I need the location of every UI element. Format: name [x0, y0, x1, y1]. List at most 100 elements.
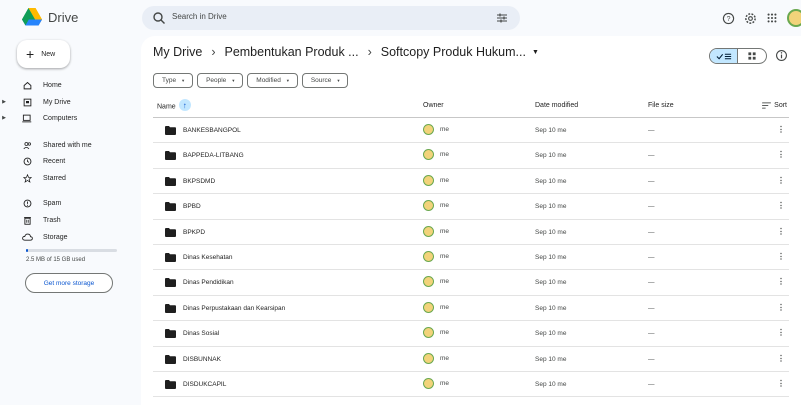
get-more-storage-button[interactable]: Get more storage — [25, 273, 113, 293]
breadcrumb-item-my-drive[interactable]: My Drive — [153, 45, 202, 59]
table-row[interactable]: DISBUNNAK me Sep 10 me — ⋮ — [153, 347, 789, 372]
table-row[interactable]: Dinas Kesehatan me Sep 10 me — ⋮ — [153, 245, 789, 271]
sidebar-item-spam[interactable]: Spam — [0, 196, 61, 210]
dropdown-arrow-icon: ▼ — [285, 78, 290, 83]
file-name[interactable]: DISDUKCAPIL — [183, 381, 226, 388]
owner-name: me — [440, 151, 450, 159]
column-file-size[interactable]: File size — [648, 102, 674, 109]
more-actions-icon[interactable]: ⋮ — [777, 379, 785, 388]
more-actions-icon[interactable]: ⋮ — [777, 354, 785, 363]
grid-view-button[interactable] — [738, 49, 766, 63]
breadcrumb-item-current[interactable]: Softcopy Produk Hukum... — [381, 45, 526, 59]
file-name[interactable]: Dinas Perpustakaan dan Kearsipan — [183, 305, 285, 312]
owner-cell: me — [423, 377, 449, 389]
folder-icon — [165, 126, 176, 135]
table-row[interactable]: BPBD me Sep 10 me — ⋮ — [153, 194, 789, 220]
search-bar[interactable]: Search in Drive — [142, 6, 520, 30]
sidebar-item-trash[interactable]: Trash — [0, 213, 61, 227]
search-options-icon[interactable] — [496, 12, 508, 24]
table-row[interactable]: BPKPD me Sep 10 me — ⋮ — [153, 220, 789, 245]
sidebar-item-starred[interactable]: Starred — [0, 171, 66, 185]
table-row[interactable]: BKPSDMD me Sep 10 me — ⋮ — [153, 169, 789, 195]
help-icon[interactable]: ? — [721, 11, 735, 25]
more-actions-icon[interactable]: ⋮ — [777, 328, 785, 337]
column-owner[interactable]: Owner — [423, 102, 444, 109]
more-actions-icon[interactable]: ⋮ — [777, 277, 785, 286]
owner-avatar — [423, 250, 434, 262]
caret-right-icon[interactable]: ▶ — [0, 99, 8, 105]
file-name[interactable]: BPBD — [183, 203, 201, 210]
info-icon[interactable] — [775, 49, 788, 62]
column-date-modified[interactable]: Date modified — [535, 102, 578, 109]
file-name[interactable]: DISBUNNAK — [183, 356, 221, 363]
sidebar-item-computers[interactable]: ▶ Computers — [0, 111, 77, 125]
top-actions: ? — [721, 9, 801, 27]
sort-arrow-up-icon[interactable]: ↑ — [178, 99, 191, 111]
drive-logo[interactable]: Drive — [22, 8, 78, 26]
filter-chip-label: Source — [310, 77, 332, 84]
list-view-button[interactable] — [710, 49, 739, 63]
file-size: — — [648, 127, 655, 134]
file-name[interactable]: BPKPD — [183, 229, 205, 236]
sidebar-item-recent[interactable]: Recent — [0, 154, 65, 168]
caret-right-icon[interactable]: ▶ — [0, 115, 8, 121]
date-modified: Sep 10 me — [535, 152, 567, 160]
owner-avatar — [423, 352, 434, 364]
more-actions-icon[interactable]: ⋮ — [777, 150, 785, 159]
file-name[interactable]: Dinas Sosial — [183, 330, 219, 337]
new-button[interactable]: + New — [17, 40, 70, 68]
file-name[interactable]: BKPSDMD — [183, 178, 215, 185]
date-modified: Sep 10 me — [535, 330, 567, 338]
sidebar-item-my-drive[interactable]: ▶ My Drive — [0, 95, 71, 109]
filter-chip-label: Type — [162, 77, 177, 84]
search-icon[interactable] — [152, 11, 166, 25]
table-row[interactable]: BAPPEDA-LITBANG me Sep 10 me — ⋮ — [153, 143, 789, 169]
filter-chip-source[interactable]: Source ▼ — [301, 73, 349, 88]
apps-grid-icon[interactable] — [765, 11, 779, 25]
filter-chip-people[interactable]: People ▼ — [197, 73, 244, 88]
owner-name: me — [440, 303, 450, 311]
sort-button[interactable]: Sort — [762, 102, 787, 109]
date-modified: Sep 10 me — [535, 279, 567, 287]
account-avatar[interactable] — [787, 9, 801, 27]
table-row[interactable]: Dinas Pendidikan me Sep 10 me — ⋮ — [153, 270, 789, 296]
more-actions-icon[interactable]: ⋮ — [777, 125, 785, 134]
file-name[interactable]: BAPPEDA-LITBANG — [183, 152, 244, 159]
settings-gear-icon[interactable] — [743, 11, 757, 25]
breadcrumb-item-parent[interactable]: Pembentukan Produk ... — [224, 45, 358, 59]
more-actions-icon[interactable]: ⋮ — [777, 201, 785, 210]
sidebar-item-label: Trash — [43, 216, 61, 224]
breadcrumb: My Drive › Pembentukan Produk ... › Soft… — [153, 45, 539, 59]
more-actions-icon[interactable]: ⋮ — [777, 227, 785, 236]
table-row[interactable]: Dinas Sosial me Sep 10 me — ⋮ — [153, 321, 789, 347]
sort-label: Sort — [774, 102, 787, 109]
main-panel: My Drive › Pembentukan Produk ... › Soft… — [141, 36, 801, 405]
sidebar-item-storage[interactable]: Storage — [0, 230, 68, 244]
more-actions-icon[interactable]: ⋮ — [777, 176, 785, 185]
filter-chip-modified[interactable]: Modified ▼ — [247, 73, 298, 88]
file-name[interactable]: Dinas Kesehatan — [183, 254, 233, 261]
filter-chip-label: People — [206, 77, 227, 84]
more-actions-icon[interactable]: ⋮ — [777, 303, 785, 312]
table-row[interactable]: DISDUKCAPIL me Sep 10 me — ⋮ — [153, 372, 789, 398]
folder-icon — [165, 151, 176, 161]
file-name[interactable]: BANKESBANGPOL — [183, 127, 241, 134]
filter-chip-type[interactable]: Type ▼ — [153, 73, 194, 88]
sidebar-item-shared-with-me[interactable]: Shared with me — [0, 138, 92, 152]
file-size: — — [648, 304, 655, 312]
folder-icon — [165, 252, 176, 262]
more-actions-icon[interactable]: ⋮ — [777, 252, 785, 261]
file-list: BANKESBANGPOL me Sep 10 me — ⋮ BAPPEDA-LITBAN… — [153, 118, 789, 398]
owner-avatar — [423, 276, 434, 288]
sidebar-item-home[interactable]: Home — [0, 78, 62, 92]
file-size: — — [648, 355, 655, 363]
column-name[interactable]: Name ↑ — [157, 99, 191, 111]
search-input[interactable]: Search in Drive — [172, 12, 227, 21]
table-row[interactable]: Dinas Perpustakaan dan Kearsipan me Sep 10… — [153, 296, 789, 322]
owner-avatar — [423, 200, 434, 212]
chevron-down-icon[interactable]: ▼ — [532, 49, 539, 56]
file-size: — — [648, 203, 655, 211]
table-row[interactable]: BANKESBANGPOL me Sep 10 me — ⋮ — [153, 118, 789, 144]
file-name[interactable]: Dinas Pendidikan — [183, 279, 234, 286]
sidebar-item-label: Spam — [43, 199, 62, 207]
